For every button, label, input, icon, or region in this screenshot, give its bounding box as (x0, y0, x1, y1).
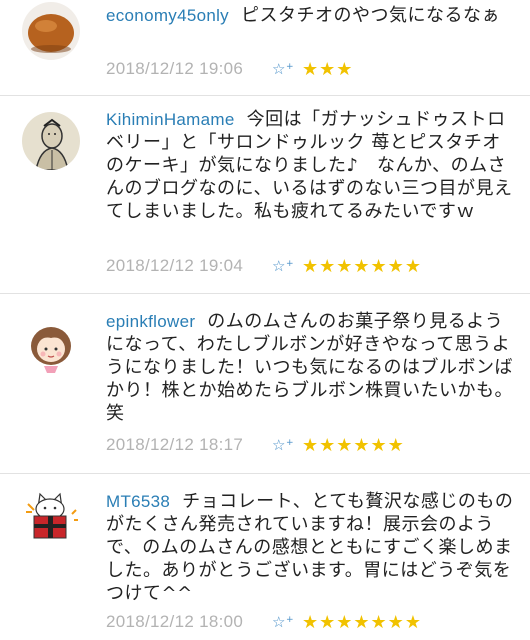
comment-text: epinkflower のムのムさんのお菓子祭り見るようになって、わたしブルボンが… (106, 310, 514, 425)
star-plus-icon[interactable]: ☆ + (272, 436, 298, 454)
comment-item: economy45only ピスタチオのやつ気になるなぁ 2018/12/12 1… (0, 0, 530, 96)
girl-face-avatar-icon (22, 316, 80, 374)
comment-timestamp[interactable]: 2018/12/12 18:00 (106, 612, 272, 632)
bread-bun-avatar-icon (22, 2, 80, 60)
cat-gift-box-avatar-icon (22, 484, 80, 542)
comment-timestamp[interactable]: 2018/12/12 19:06 (106, 59, 272, 79)
comment-item: KihiminHamame 今回は「ガナッシュドゥストロベリー」と「サロンドゥルッ… (0, 96, 530, 294)
comment-timestamp[interactable]: 2018/12/12 19:04 (106, 256, 272, 276)
comment-item: epinkflower のムのムさんのお菓子祭り見るようになって、わたしブルボンが… (0, 294, 530, 474)
star-rating[interactable]: ★★★★★★★ (302, 256, 422, 277)
comment-timestamp[interactable]: 2018/12/12 18:17 (106, 435, 272, 455)
avatar[interactable] (22, 316, 80, 374)
star-plus-icon[interactable]: ☆ + (272, 257, 298, 275)
star-rating[interactable]: ★★★★★★★ (302, 612, 422, 633)
star-rating[interactable]: ★★★★★★ (302, 435, 405, 456)
avatar[interactable] (22, 112, 80, 170)
comment-username[interactable]: MT6538 (106, 492, 170, 511)
comment-username[interactable]: economy45only (106, 6, 229, 25)
avatar[interactable] (22, 484, 80, 542)
star-plus-icon[interactable]: ☆ + (272, 613, 298, 631)
comment-username[interactable]: epinkflower (106, 312, 195, 331)
comment-text: economy45only ピスタチオのやつ気になるなぁ (106, 4, 514, 27)
comment-body: ピスタチオのやつ気になるなぁ (240, 5, 500, 26)
comment-username[interactable]: KihiminHamame (106, 110, 235, 129)
star-rating[interactable]: ★★★ (302, 59, 353, 80)
avatar[interactable] (22, 2, 80, 60)
ink-portrait-avatar-icon (22, 112, 80, 170)
comment-text: KihiminHamame 今回は「ガナッシュドゥストロベリー」と「サロンドゥルッ… (106, 108, 514, 223)
comment-item: MT6538 チョコレート、とても贅沢な感じのものがたくさん発売されていますね！展… (0, 474, 530, 640)
star-plus-icon[interactable]: ☆ + (272, 60, 298, 78)
comment-text: MT6538 チョコレート、とても贅沢な感じのものがたくさん発売されていますね！展… (106, 490, 514, 605)
